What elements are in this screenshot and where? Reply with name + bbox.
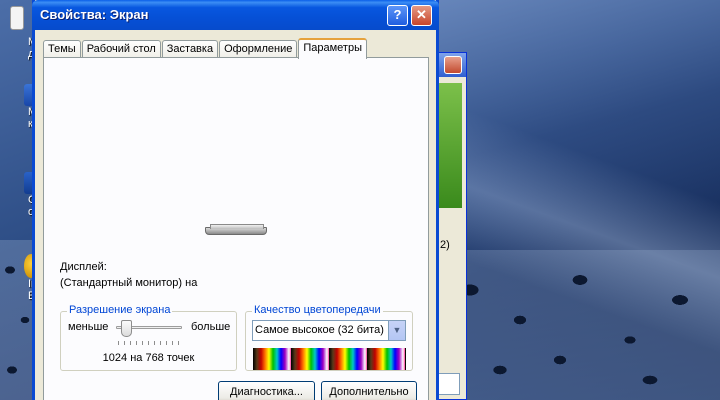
tab-appearance[interactable]: Оформление [219, 40, 298, 58]
color-quality-select[interactable]: Самое высокое (32 бита) ▼ [252, 320, 406, 341]
resolution-slider-ticks [118, 341, 180, 345]
close-button[interactable]: ✕ [411, 5, 432, 26]
resolution-group-title: Разрешение экрана [67, 304, 173, 316]
window-titlebar[interactable]: Свойства: Экран ? ✕ [32, 0, 439, 30]
chevron-down-icon[interactable]: ▼ [388, 321, 405, 340]
window-title: Свойства: Экран [40, 7, 149, 22]
monitor-icon[interactable] [205, 224, 267, 235]
my-documents-icon [10, 6, 24, 30]
background-window-text: 2) [440, 239, 450, 251]
display-label: Дисплей: [60, 261, 107, 273]
resolution-value: 1024 на 768 точек [102, 352, 195, 364]
display-value: (Стандартный монитор) на [60, 277, 198, 289]
color-palette-preview [253, 348, 406, 370]
advanced-button[interactable]: Дополнительно [321, 381, 417, 400]
color-quality-selected: Самое высокое (32 бита) [255, 324, 384, 336]
help-button[interactable]: ? [387, 5, 408, 26]
tab-desktop[interactable]: Рабочий стол [81, 40, 161, 58]
tab-settings[interactable]: Параметры [298, 38, 367, 59]
wallpaper-leopard [440, 250, 720, 400]
resolution-less-label: меньше [68, 321, 109, 333]
close-icon[interactable] [444, 56, 462, 74]
tab-strip: Темы Рабочий стол Заставка Оформление Па… [43, 38, 368, 59]
diagnostics-button[interactable]: Диагностика... [218, 381, 315, 400]
resolution-more-label: больше [191, 321, 231, 333]
color-quality-group-title: Качество цветопередачи [252, 304, 383, 316]
tab-screensaver[interactable]: Заставка [161, 40, 219, 58]
tab-themes[interactable]: Темы [43, 40, 81, 58]
resolution-slider-thumb[interactable] [121, 320, 132, 337]
